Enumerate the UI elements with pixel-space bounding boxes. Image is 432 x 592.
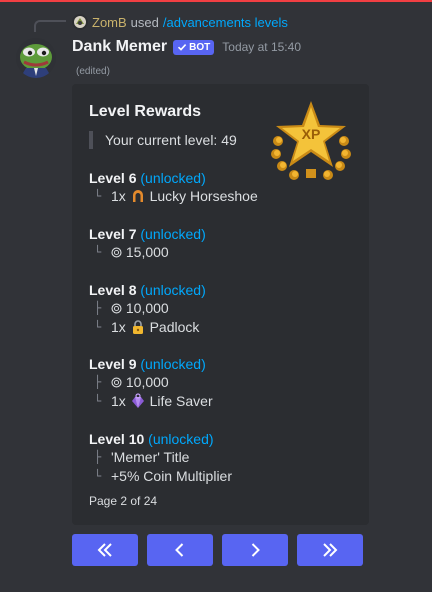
reply-spine	[34, 20, 66, 32]
reply-username[interactable]: ZomB	[92, 15, 127, 30]
coin-icon	[111, 377, 122, 388]
reward-name: +5% Coin Multiplier	[111, 467, 232, 484]
edited-label: (edited)	[76, 66, 110, 77]
chevron-right-icon	[251, 543, 260, 557]
tree-branch-mid: ├	[94, 375, 102, 389]
reward-amount: 10,000	[125, 374, 169, 390]
life-saver-icon	[131, 392, 144, 408]
tree-branch-mid: ├	[94, 301, 102, 315]
mention-highlight-bar	[0, 0, 432, 2]
padlock-icon	[132, 319, 143, 334]
reward-item: └ 15,000	[89, 243, 359, 262]
double-chevron-right-icon	[323, 543, 338, 557]
reward-item: ├ 10,000	[89, 299, 359, 318]
horseshoe-icon	[132, 190, 143, 202]
checkmark-icon	[178, 44, 187, 51]
reward-name: 'Memer' Title	[111, 449, 190, 465]
level-name: Level 9	[89, 356, 137, 372]
reward-item: └ 1x Life Saver	[89, 392, 359, 411]
level-name: Level 7	[89, 226, 137, 242]
level-entry-7: Level 7 (unlocked) └ 15,000	[89, 225, 359, 262]
reward-name: Padlock	[149, 318, 200, 335]
tree-branch-end: └	[94, 319, 102, 334]
level-name: Level 10	[89, 431, 145, 447]
level-status: (unlocked)	[140, 356, 206, 372]
level-heading: Level 8 (unlocked)	[89, 281, 359, 299]
reward-item: └ +5% Coin Multiplier	[89, 467, 359, 486]
bot-badge-label: BOT	[189, 41, 211, 53]
tree-branch-mid: ├	[94, 450, 102, 464]
chevron-left-icon	[175, 543, 184, 557]
tree-branch-end: └	[94, 393, 102, 408]
reward-item: ├ 10,000	[89, 373, 359, 392]
previous-page-button[interactable]	[147, 534, 213, 566]
reward-item: └ 1x Lucky Horseshoe	[89, 187, 359, 206]
level-name: Level 6	[89, 170, 137, 186]
level-status: (unlocked)	[140, 282, 206, 298]
reply-reference[interactable]: ZomB used /advancements levels	[72, 13, 288, 31]
last-page-button[interactable]	[297, 534, 363, 566]
pepe-avatar-icon	[16, 38, 56, 78]
coin-icon	[111, 303, 122, 314]
level-status: (unlocked)	[148, 431, 214, 447]
first-page-button[interactable]	[72, 534, 138, 566]
reward-amount: 10,000	[125, 300, 169, 316]
reply-avatar[interactable]	[72, 14, 88, 30]
level-entry-6: Level 6 (unlocked) └ 1x Lucky Horseshoe	[89, 169, 359, 206]
level-status: (unlocked)	[140, 226, 206, 242]
message-header: Dank Memer BOT Today at 15:40	[72, 37, 301, 57]
level-entry-10: Level 10 (unlocked) ├ 'Memer' Title └ +5…	[89, 430, 359, 485]
reward-item: ├ 'Memer' Title	[89, 448, 359, 467]
level-heading: Level 10 (unlocked)	[89, 430, 359, 448]
tree-branch-end: └	[94, 245, 102, 259]
tree-branch-end: └	[94, 189, 102, 203]
next-page-button[interactable]	[222, 534, 288, 566]
level-heading: Level 9 (unlocked)	[89, 355, 359, 373]
embed-card: Level Rewards XP Your current level: 49 …	[72, 84, 369, 525]
reward-name: Life Saver	[149, 392, 213, 409]
level-entry-9: Level 9 (unlocked) ├ 10,000 └ 1x Life Sa…	[89, 355, 359, 410]
message-timestamp[interactable]: Today at 15:40	[222, 40, 301, 54]
level-heading: Level 7 (unlocked)	[89, 225, 359, 243]
reply-avatar-icon	[74, 16, 86, 28]
level-status: (unlocked)	[140, 170, 206, 186]
level-name: Level 8	[89, 282, 137, 298]
embed-title: Level Rewards	[89, 103, 202, 120]
level-heading: Level 6 (unlocked)	[89, 169, 359, 187]
coin-icon	[111, 247, 122, 258]
current-level-quote: Your current level: 49	[89, 131, 237, 149]
reply-command[interactable]: /advancements levels	[163, 15, 288, 30]
level-entry-8: Level 8 (unlocked) ├ 10,000 └ 1x Padlock	[89, 281, 359, 336]
reward-amount: 15,000	[125, 244, 169, 260]
reward-quantity: 1x	[111, 188, 126, 204]
xp-star-label: XP	[302, 126, 321, 142]
bot-username[interactable]: Dank Memer	[72, 38, 167, 56]
reward-name: Lucky Horseshoe	[149, 188, 258, 204]
reward-quantity: 1x	[111, 318, 126, 335]
reply-action: used	[130, 14, 159, 30]
reward-item: └ 1x Padlock	[89, 318, 359, 337]
avatar[interactable]	[16, 38, 56, 78]
embed-footer: Page 2 of 24	[89, 494, 158, 508]
bot-badge: BOT	[173, 39, 215, 55]
tree-branch-end: └	[94, 468, 102, 483]
pagination-row	[72, 534, 363, 566]
reward-quantity: 1x	[111, 392, 126, 409]
double-chevron-left-icon	[97, 543, 112, 557]
